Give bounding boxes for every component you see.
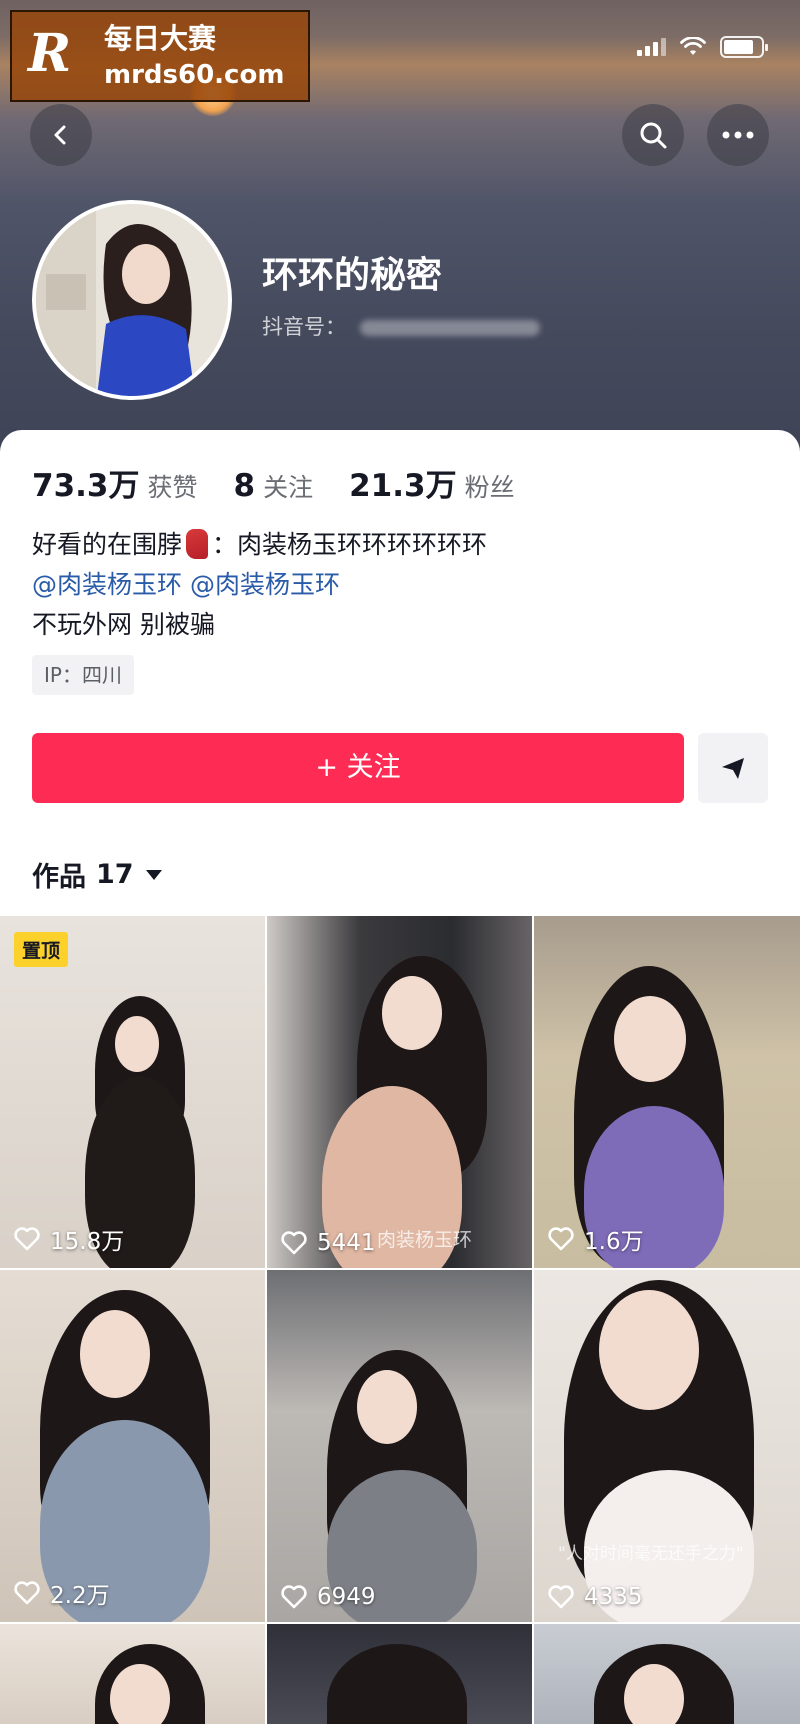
scarf-icon [186,529,209,559]
video-thumbnail[interactable] [0,1624,265,1724]
video-thumbnail[interactable] [534,1624,800,1724]
search-icon [640,122,667,149]
watermark-url: mrds60.com [104,60,285,90]
search-button[interactable] [622,104,684,166]
likes-count[interactable]: 73.3万 [32,460,140,505]
video-likes-count: 6949 [317,1584,376,1610]
heart-icon [281,1231,307,1255]
video-likes: 2.2万 [14,1576,110,1610]
watermark-brand: 每日大赛 [104,22,217,55]
signal-icon [637,38,666,56]
video-thumbnail[interactable]: 1.6万 [534,916,800,1268]
chevron-left-icon [54,125,66,145]
video-likes-count: 1.6万 [584,1229,644,1255]
douyin-id[interactable]: 抖音号： [262,312,540,342]
douyin-id-label: 抖音号： [262,315,346,339]
heart-icon [14,1227,40,1251]
video-likes: 6949 [281,1584,376,1610]
followers-count[interactable]: 21.3万 [349,460,457,505]
video-caption: "人对时间毫无还手之力" [558,1544,744,1564]
video-likes: 5441 [281,1230,376,1256]
watermark-logo: R [28,23,72,84]
send-icon [722,758,744,779]
mention-link-2[interactable]: @肉装杨玉环 [190,570,340,599]
profile-bio: 好看的在围脖 ：肉装杨玉环环环环环环 @肉装杨玉环 @肉装杨玉环 不玩外网 别被骗 [32,525,487,645]
tab-works-count: 17 [96,859,134,890]
video-likes-count: 2.2万 [50,1583,110,1609]
wifi-icon [680,37,706,55]
video-likes-count: 4335 [584,1584,643,1610]
video-grid: 置顶 15.8万 肉装杨玉环 5441 1.6万 2.2万 6949 "人对时间… [0,916,800,1724]
video-caption: 肉装杨玉环 [377,1229,473,1251]
likes-label: 获赞 [147,473,198,502]
pinned-badge: 置顶 [14,932,69,967]
avatar-photo [36,204,228,396]
status-bar-right [637,36,768,58]
profile-screen: R 每日大赛 mrds60.com 环环的秘密 抖音号： 73.3万 获赞 8 … [0,0,800,1733]
profile-name: 环环的秘密 [262,255,443,296]
video-thumbnail[interactable]: "人对时间毫无还手之力" 4335 [534,1270,800,1622]
back-button[interactable] [30,104,92,166]
watermark: R 每日大赛 mrds60.com [10,10,310,102]
video-likes: 1.6万 [548,1222,644,1256]
more-horizontal-icon [722,131,754,139]
follow-button[interactable]: + 关注 [32,733,684,803]
more-button[interactable] [707,104,769,166]
bio-line-2: @肉装杨玉环 @肉装杨玉环 [32,565,487,605]
following-label: 关注 [263,473,314,502]
heart-icon [548,1585,574,1609]
ip-location: IP：四川 [32,655,134,695]
video-thumbnail[interactable]: 6949 [267,1270,532,1622]
heart-icon [281,1585,307,1609]
followers-label: 粉丝 [464,473,515,502]
video-thumbnail[interactable]: 置顶 15.8万 [0,916,265,1268]
profile-cover: R 每日大赛 mrds60.com 环环的秘密 抖音号： [0,0,800,460]
following-count[interactable]: 8 [234,468,256,504]
video-thumbnail[interactable]: 2.2万 [0,1270,265,1622]
mention-link[interactable]: @肉装杨玉环 [32,570,182,599]
bio-line-1: 好看的在围脖 ：肉装杨玉环环环环环环 [32,525,487,565]
tab-works-label: 作品 [32,862,86,893]
video-likes: 15.8万 [14,1222,124,1256]
heart-icon [548,1227,574,1251]
bio-text: 好看的在围脖 [32,530,183,559]
bio-line-3: 不玩外网 别被骗 [32,610,215,639]
profile-stats: 73.3万 获赞 8 关注 21.3万 粉丝 [32,460,551,505]
video-thumbnail[interactable]: 肉装杨玉环 5441 [267,916,532,1268]
battery-icon [720,36,768,58]
tab-works[interactable]: 作品 17 [32,855,162,894]
share-button[interactable] [698,733,768,803]
video-likes-count: 15.8万 [50,1229,125,1255]
caret-down-icon [145,869,162,880]
douyin-id-blurred [360,320,540,336]
video-likes: 4335 [548,1584,643,1610]
bio-text-suffix: ：肉装杨玉环环环环环环 [212,530,488,559]
heart-icon [14,1581,40,1605]
video-likes-count: 5441 [317,1230,376,1256]
avatar[interactable] [32,200,232,400]
video-thumbnail[interactable] [267,1624,532,1724]
